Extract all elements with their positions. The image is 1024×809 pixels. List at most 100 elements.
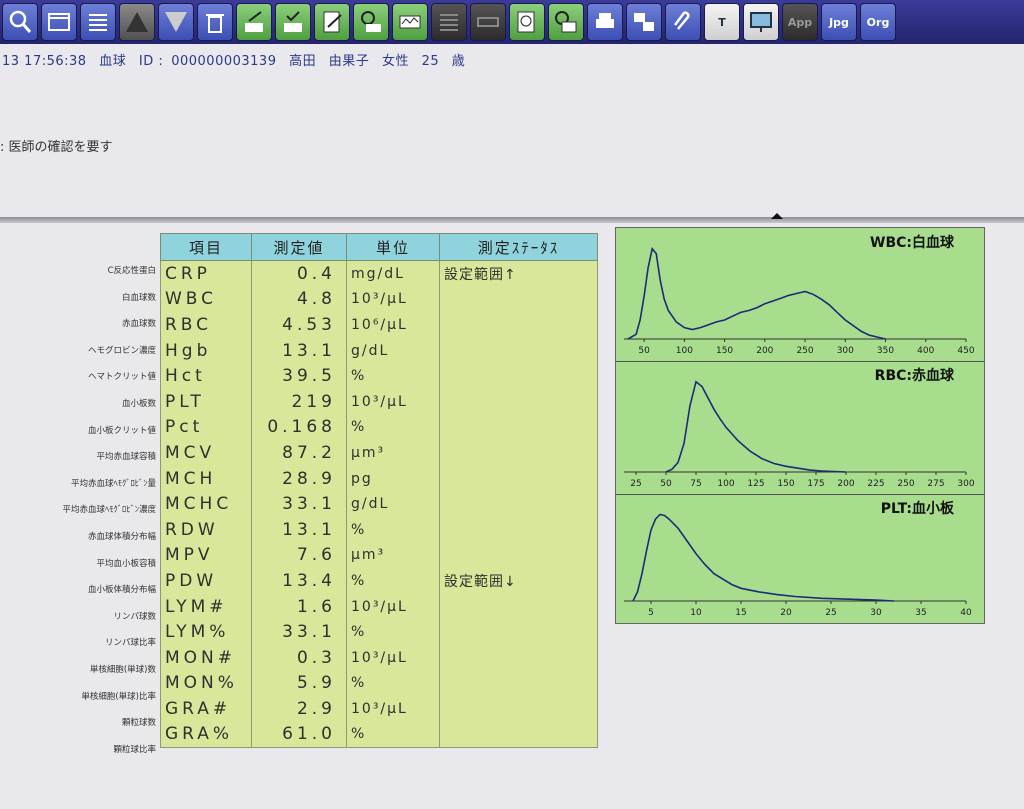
row-label: 平均血小板容積 [96, 558, 156, 569]
arrow-up-button[interactable] [119, 3, 155, 41]
table-row[interactable]: MON% 5.9% [160, 670, 598, 697]
text-button[interactable]: T [704, 3, 740, 41]
table-row[interactable]: RDW 13.1% [160, 516, 598, 543]
cell-status [439, 440, 598, 466]
ruler-icon [477, 17, 499, 27]
table-row[interactable]: CRP 0.4 mg/dL 設定範囲↑ [160, 260, 598, 287]
cell-status [439, 696, 598, 722]
table-row[interactable]: MPV 7.6 μm³ [160, 542, 598, 569]
cell-item: GRA% [160, 721, 252, 749]
cell-status [439, 465, 598, 492]
x-tick-label: 35 [915, 608, 926, 618]
x-tick-label: 75 [690, 479, 701, 489]
monitor-button[interactable] [743, 3, 779, 41]
cell-unit: % [346, 414, 440, 441]
cell-status [439, 337, 598, 364]
table-row[interactable]: PDW 13.4% 設定範囲↓ [160, 568, 598, 594]
table-row[interactable]: LYM# 1.6 10³/μL [160, 593, 598, 620]
x-tick-label: 30 [870, 608, 882, 618]
x-tick-label: 100 [717, 479, 734, 489]
toolbar: T App Jpg Org [0, 0, 1024, 44]
jpg-icon: Jpg [829, 15, 849, 29]
table-row[interactable]: MCV 87.2 μm³ [160, 440, 598, 466]
transfer-button[interactable] [626, 3, 662, 41]
x-tick-label: 175 [807, 479, 824, 489]
cell-item: MON# [160, 644, 252, 671]
clip-icon [674, 11, 690, 30]
clip-button[interactable] [665, 3, 701, 41]
trash-button[interactable] [197, 3, 233, 41]
graph-button[interactable] [392, 3, 428, 41]
row-label-column: C反応性蛋白 白血球数 赤血球数 ヘモグロビン濃度 ヘマトクリット値 血小板数 血小板クリッ… [40, 258, 158, 763]
header-value[interactable]: 測定値 [251, 233, 347, 261]
header-item[interactable]: 項目 [160, 233, 252, 261]
table-row[interactable]: GRA% 61.0% [160, 721, 598, 749]
x-tick-label: 100 [676, 346, 693, 356]
cell-item: Hct [160, 363, 252, 389]
table-row[interactable]: Hgb 13.1 g/dL [160, 337, 598, 364]
arrow-up-icon [126, 12, 148, 32]
table-header-row: 項目 測定値 単位 測定ｽﾃｰﾀｽ [160, 233, 598, 261]
table-row[interactable]: Pct 0.168% [160, 414, 598, 441]
cell-unit: 10³/μL [346, 644, 440, 671]
patient-age-unit: 歳 [451, 54, 466, 69]
cell-status: 設定範囲↓ [439, 568, 598, 594]
list-button[interactable] [80, 3, 116, 41]
app-button[interactable]: App [782, 3, 818, 41]
x-tick-label: 10 [690, 608, 702, 618]
table-row[interactable]: Hct 39.5% [160, 363, 598, 389]
clock-qr-button[interactable] [353, 3, 389, 41]
row-label: 顆粒球比率 [113, 744, 156, 755]
arrow-down-icon [165, 12, 187, 32]
table-row[interactable]: GRA# 2.9 10³/μL [160, 696, 598, 722]
check-qr-button[interactable] [275, 3, 311, 41]
arrow-down-button[interactable] [158, 3, 194, 41]
x-tick-label: 350 [877, 346, 894, 356]
patient-family-name: 高田 [289, 54, 317, 69]
edit-doc-button[interactable] [314, 3, 350, 41]
cell-value: 4.53 [251, 312, 347, 338]
x-tick-label: 250 [897, 479, 914, 489]
ruler-button[interactable] [470, 3, 506, 41]
row-label: ヘモグロビン濃度 [87, 345, 156, 356]
screen-button[interactable] [41, 3, 77, 41]
x-tick-label: 300 [957, 479, 974, 489]
magnifier-icon [9, 10, 32, 33]
printer-icon [596, 13, 614, 28]
x-tick-label: 25 [630, 479, 641, 489]
table-row[interactable]: WBC 4.8 10³/μL [160, 286, 598, 313]
rows-button[interactable] [431, 3, 467, 41]
cell-unit: g/dL [346, 491, 440, 517]
jpg-button[interactable]: Jpg [821, 3, 857, 41]
cell-value: 61.0 [251, 721, 347, 749]
cell-value: 13.1 [251, 337, 347, 364]
table-row[interactable]: MCHC 33.1 g/dL [160, 491, 598, 517]
pane-divider[interactable] [0, 217, 1024, 223]
divider-arrow-icon[interactable] [771, 213, 783, 219]
row-label: 平均赤血球容積 [96, 452, 156, 463]
clock-qr-icon [361, 11, 381, 32]
table-row[interactable]: RBC 4.53 10⁶/μL [160, 312, 598, 338]
pen-qr-button[interactable] [236, 3, 272, 41]
app-icon: App [787, 15, 813, 29]
x-tick-label: 15 [735, 608, 746, 618]
table-row[interactable]: MCH 28.9 pg [160, 465, 598, 492]
cell-status [439, 312, 598, 338]
cell-item: GRA# [160, 696, 252, 722]
header-status[interactable]: 測定ｽﾃｰﾀｽ [439, 233, 598, 261]
magnifier-button[interactable] [2, 3, 38, 41]
clock-chart-button[interactable] [548, 3, 584, 41]
table-row[interactable]: PLT 219 10³/μL [160, 388, 598, 415]
org-button[interactable]: Org [860, 3, 896, 41]
table-row[interactable]: MON# 0.3 10³/μL [160, 644, 598, 671]
cell-status [439, 516, 598, 543]
cell-item: Hgb [160, 337, 252, 364]
clock-doc-button[interactable] [509, 3, 545, 41]
x-tick-label: 250 [796, 346, 813, 356]
header-unit[interactable]: 単位 [346, 233, 440, 261]
cell-status [439, 414, 598, 441]
printer-button[interactable] [587, 3, 623, 41]
table-row[interactable]: LYM% 33.1% [160, 619, 598, 645]
x-tick-label: 150 [777, 479, 794, 489]
x-tick-label: 400 [917, 346, 934, 356]
